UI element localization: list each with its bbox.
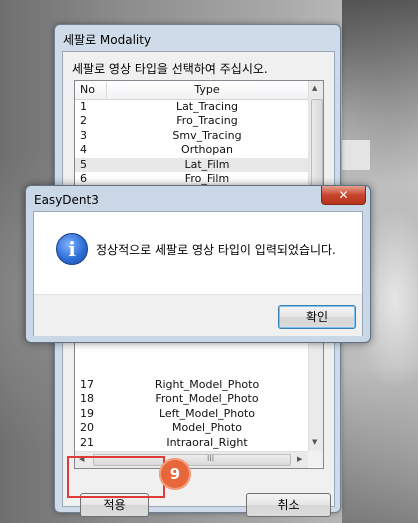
column-header-type[interactable]: Type — [107, 83, 307, 96]
row-no: 4 — [80, 143, 87, 157]
list-item[interactable]: 20 Model_Photo — [75, 421, 308, 435]
list-item[interactable]: 4 Orthopan — [75, 143, 308, 157]
scroll-right-icon[interactable]: ▶ — [297, 455, 302, 463]
list-item[interactable]: 17 Right_Model_Photo — [75, 378, 308, 392]
scroll-up-icon[interactable]: ▲ — [312, 84, 317, 92]
row-no: 18 — [80, 392, 94, 406]
message-text: 정상적으로 세팔로 영상 타입이 입력되었습니다. — [96, 243, 336, 257]
info-icon: i — [56, 233, 88, 265]
cancel-button[interactable]: 취소 — [246, 493, 331, 517]
grip-icon: III — [207, 454, 215, 463]
row-type: Fro_Tracing — [176, 114, 238, 128]
list-item[interactable]: 18 Front_Model_Photo — [75, 392, 308, 406]
apply-highlight-box — [67, 456, 165, 498]
step-badge: 9 — [159, 458, 191, 490]
scroll-corner — [308, 451, 323, 467]
easydent-message-box: EasyDent3 ✕ i 정상적으로 세팔로 영상 타입이 입력되었습니다. … — [25, 185, 371, 343]
xray-label-strip — [342, 140, 370, 170]
list-header: No Type — [75, 81, 308, 100]
row-no: 21 — [80, 435, 94, 449]
close-icon: ✕ — [338, 188, 349, 202]
close-button[interactable]: ✕ — [321, 186, 366, 205]
row-no: 17 — [80, 378, 94, 391]
row-type: Left_Model_Photo — [158, 406, 256, 420]
row-no: 5 — [80, 157, 87, 171]
row-type: Right_Model_Photo — [154, 378, 260, 391]
row-no: 3 — [80, 128, 87, 142]
row-type: Lat_Film — [184, 157, 230, 171]
message-box-footer: 확인 — [34, 294, 362, 336]
column-header-no[interactable]: No — [80, 83, 95, 96]
ok-button[interactable]: 확인 — [278, 305, 356, 329]
row-no: 19 — [80, 406, 94, 420]
message-box-title: EasyDent3 — [34, 193, 99, 207]
row-type: Front_Model_Photo — [155, 392, 259, 406]
row-type: Smv_Tracing — [172, 128, 242, 142]
list-rows-top: 1 Lat_Tracing 2 Fro_Tracing 3 Smv_Tracing 4… — [75, 100, 308, 186]
scroll-down-icon[interactable]: ▼ — [312, 438, 317, 446]
list-item-selected[interactable]: 5 Lat_Film — [75, 157, 308, 172]
list-item[interactable]: 3 Smv_Tracing — [75, 129, 308, 143]
dialog-prompt: 세팔로 영상 타입을 선택하여 주십시오. — [72, 62, 268, 76]
row-no: 1 — [80, 100, 87, 113]
dialog-title: 세팔로 Modality — [63, 33, 152, 47]
list-item[interactable]: 19 Left_Model_Photo — [75, 407, 308, 421]
row-no: 2 — [80, 114, 87, 128]
message-box-body: i 정상적으로 세팔로 영상 타입이 입력되었습니다. 확인 — [33, 211, 363, 336]
row-type: Lat_Tracing — [175, 100, 239, 113]
row-type: Intraoral_Right — [166, 435, 248, 449]
list-item[interactable]: 21 Intraoral_Right — [75, 436, 308, 450]
row-type: Model_Photo — [172, 421, 242, 435]
list-item[interactable]: 1 Lat_Tracing — [75, 100, 308, 114]
list-item[interactable]: 2 Fro_Tracing — [75, 114, 308, 128]
row-type: Orthopan — [181, 143, 233, 157]
row-no: 20 — [80, 421, 94, 435]
